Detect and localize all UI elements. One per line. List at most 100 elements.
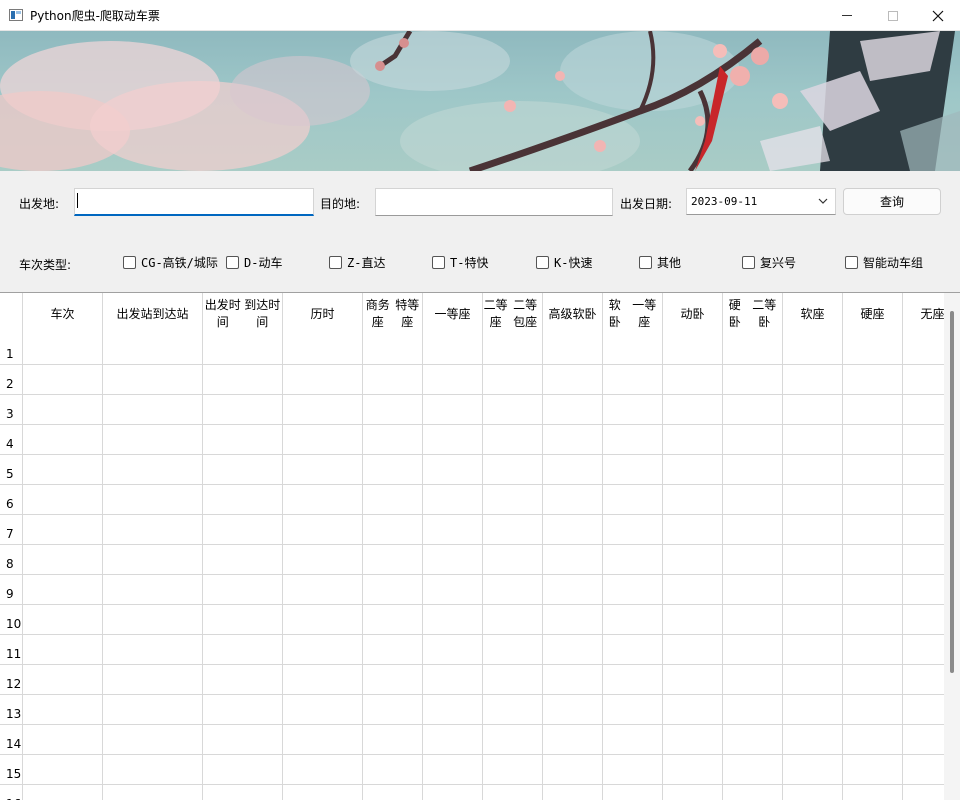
checkbox-d[interactable]: D-动车 (226, 253, 282, 271)
table-row[interactable] (23, 424, 944, 425)
column-header[interactable]: 出发站 到达站 (103, 293, 203, 335)
checkbox-label: 复兴号 (760, 255, 797, 270)
to-station-input[interactable] (375, 188, 613, 216)
date-picker[interactable]: 2023-09-11 (686, 188, 836, 215)
date-value: 2023-09-11 (691, 195, 758, 208)
text-caret (77, 193, 78, 208)
row-number[interactable]: 7 (0, 515, 23, 545)
row-number[interactable]: 12 (0, 665, 23, 695)
row-number[interactable]: 9 (0, 575, 23, 605)
row-number[interactable]: 14 (0, 725, 23, 755)
grid-column-line (842, 335, 843, 800)
checkbox-label: 智能动车组 (863, 255, 924, 270)
from-label: 出发地: (19, 197, 60, 211)
to-label: 目的地: (320, 197, 361, 211)
column-header-text: 到达时间 (244, 298, 281, 329)
checkbox-z[interactable]: Z-直达 (329, 253, 385, 271)
column-header[interactable]: 历时 (283, 293, 363, 335)
checkbox-other[interactable]: 其他 (639, 253, 681, 271)
checkbox-box[interactable] (432, 255, 445, 269)
column-header-text: 商务座 (365, 298, 390, 329)
column-header[interactable]: 硬座 (843, 293, 903, 335)
table-row[interactable] (23, 364, 944, 365)
query-button[interactable]: 查询 (843, 188, 941, 215)
table-row[interactable] (23, 514, 944, 515)
checkbox-t[interactable]: T-特快 (432, 253, 488, 271)
row-number[interactable]: 16 (0, 785, 23, 800)
checkbox-fuxing[interactable]: 复兴号 (742, 253, 796, 271)
row-number[interactable]: 13 (0, 695, 23, 725)
column-header[interactable]: 二等座 二等包座 (483, 293, 543, 335)
date-label: 出发日期: (620, 197, 673, 211)
minimize-icon (842, 15, 852, 16)
checkbox-cg[interactable]: CG-高铁/城际 (123, 253, 218, 271)
row-number[interactable]: 11 (0, 635, 23, 665)
row-number[interactable]: 6 (0, 485, 23, 515)
row-number[interactable]: 15 (0, 755, 23, 785)
table-row[interactable] (23, 544, 944, 545)
column-header[interactable]: 一等座 (423, 293, 483, 335)
results-table[interactable]: 车次 出发站 到达站 出发时间 到达时间 历时 商务座 特等座 一等座 二等座 二等包座 高级 软卧 软卧… (0, 292, 960, 800)
column-header-text: 出发时间 (204, 298, 241, 329)
chevron-down-icon[interactable] (817, 195, 829, 207)
column-header[interactable]: 动卧 (663, 293, 723, 335)
table-row[interactable] (23, 634, 944, 635)
row-number[interactable]: 4 (0, 425, 23, 455)
scrollbar-thumb[interactable] (950, 311, 954, 673)
column-header[interactable]: 出发时间 到达时间 (203, 293, 283, 335)
checkbox-label: K-快速 (554, 255, 593, 270)
column-header-text: 动卧 (680, 306, 705, 321)
checkbox-label: Z-直达 (347, 255, 386, 270)
row-number[interactable]: 8 (0, 545, 23, 575)
row-number[interactable]: 5 (0, 455, 23, 485)
column-header-text: 软卧 (608, 298, 621, 329)
checkbox-box[interactable] (536, 255, 549, 269)
column-header[interactable]: 软座 (783, 293, 843, 335)
row-number[interactable]: 3 (0, 395, 23, 425)
row-number[interactable]: 1 (0, 335, 23, 365)
vertical-scrollbar[interactable] (944, 293, 960, 800)
table-row[interactable] (23, 664, 944, 665)
checkbox-box[interactable] (639, 255, 652, 269)
column-header[interactable]: 高级 软卧 (543, 293, 603, 335)
grid-column-line (602, 335, 603, 800)
checkbox-box[interactable] (329, 255, 342, 269)
table-row[interactable] (23, 574, 944, 575)
column-header-text: 特等座 (395, 298, 420, 329)
checkbox-smart-emu[interactable]: 智能动车组 (845, 253, 923, 271)
checkbox-box[interactable] (845, 255, 858, 269)
table-row[interactable] (23, 394, 944, 395)
row-number[interactable]: 2 (0, 365, 23, 395)
column-header-text: 无座 (920, 306, 945, 321)
checkbox-box[interactable] (226, 255, 239, 269)
column-header-text: 到达站 (152, 306, 189, 321)
row-number[interactable]: 10 (0, 605, 23, 635)
column-header[interactable]: 商务座 特等座 (363, 293, 423, 335)
maximize-button[interactable] (870, 0, 916, 31)
minimize-button[interactable] (824, 0, 870, 31)
grid-column-line (902, 335, 903, 800)
header-banner-image (0, 31, 960, 171)
table-row[interactable] (23, 784, 944, 785)
checkbox-box[interactable] (742, 255, 755, 269)
from-station-input[interactable] (74, 188, 314, 216)
grid-column-line (722, 335, 723, 800)
table-row[interactable] (23, 694, 944, 695)
column-header[interactable]: 车次 (23, 293, 103, 335)
maximize-icon (888, 10, 898, 21)
table-row[interactable] (23, 484, 944, 485)
column-header-text: 二等卧 (752, 298, 777, 329)
checkbox-k[interactable]: K-快速 (536, 253, 592, 271)
column-header[interactable]: 软卧 一等座 (603, 293, 663, 335)
table-row[interactable] (23, 454, 944, 455)
checkbox-label: T-特快 (450, 255, 489, 270)
table-row[interactable] (23, 604, 944, 605)
checkbox-box[interactable] (123, 255, 136, 269)
table-row[interactable] (23, 724, 944, 725)
table-corner (0, 293, 23, 335)
close-button[interactable] (915, 0, 960, 31)
column-header[interactable]: 硬卧 二等卧 (723, 293, 783, 335)
table-row[interactable] (23, 754, 944, 755)
grid-column-line (422, 335, 423, 800)
checkbox-label: 其他 (657, 255, 682, 270)
